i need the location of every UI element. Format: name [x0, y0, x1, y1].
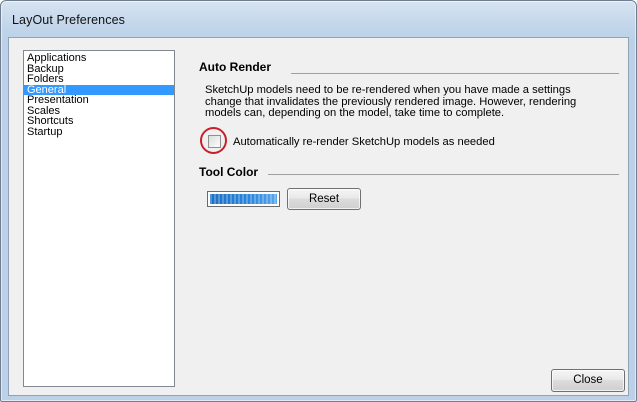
category-item-startup[interactable]: Startup: [24, 126, 174, 138]
category-item-applications[interactable]: Applications: [24, 53, 174, 64]
tool-color-swatch[interactable]: [207, 191, 280, 207]
window-title: LayOut Preferences: [12, 13, 125, 27]
description-line-1: SketchUp models need to be re-rendered w…: [205, 84, 571, 96]
auto-render-header: Auto Render: [199, 60, 271, 74]
reset-button[interactable]: Reset: [287, 188, 361, 210]
auto-rerender-label[interactable]: Automatically re-render SketchUp models …: [233, 136, 495, 148]
title-bar[interactable]: LayOut Preferences: [1, 1, 636, 39]
preferences-dialog: LayOut Preferences Applications Backup F…: [0, 0, 637, 402]
tool-color-fill: [210, 194, 277, 204]
auto-render-divider: [291, 73, 619, 74]
close-button[interactable]: Close: [551, 369, 625, 392]
category-item-presentation[interactable]: Presentation: [24, 95, 174, 106]
description-line-3: models can, depending on the model, take…: [205, 107, 505, 119]
auto-rerender-checkbox[interactable]: [208, 135, 221, 148]
auto-render-description: SketchUp models need to be re-rendered w…: [205, 84, 610, 120]
category-item-shortcuts[interactable]: Shortcuts: [24, 116, 174, 127]
tool-color-divider: [268, 174, 619, 175]
tool-color-header: Tool Color: [199, 165, 259, 179]
category-item-folders[interactable]: Folders: [24, 74, 174, 85]
category-list[interactable]: Applications Backup Folders General Pres…: [23, 50, 175, 387]
